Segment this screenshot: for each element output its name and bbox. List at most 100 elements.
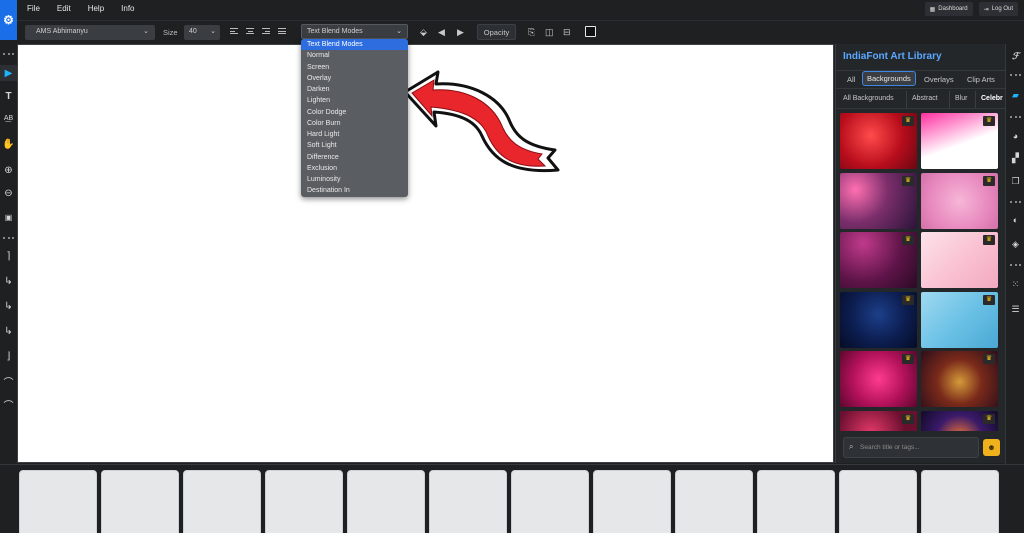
arrow-right-icon[interactable]: ▶ [457, 27, 464, 38]
blend-mode-option[interactable]: Color Burn [301, 118, 408, 129]
text-path-tool-4-icon[interactable]: ↳ [0, 323, 17, 339]
background-thumbnail[interactable]: ♛ [921, 113, 998, 169]
background-thumbnail[interactable]: ♛ [840, 351, 917, 407]
blend-mode-option[interactable]: Text Blend Modes [301, 39, 408, 51]
background-thumbnail[interactable]: ♛ [840, 410, 917, 431]
page-thumbnail[interactable] [265, 470, 343, 533]
dashboard-button[interactable]: ▦ Dashboard [924, 2, 973, 16]
opacity-button[interactable]: Opacity [477, 24, 516, 40]
menu-info[interactable]: Info [121, 4, 134, 13]
font-family-select[interactable]: AMS Abhimanyu ⌄ [25, 25, 155, 40]
blend-mode-option[interactable]: Destination In [301, 185, 408, 196]
blend-mode-option[interactable]: Soft Light [301, 140, 408, 151]
layers-copy-icon[interactable]: ❐ [1006, 173, 1024, 189]
blend-mode-option[interactable]: Normal [301, 50, 408, 61]
blend-mode-option[interactable]: Hard Light [301, 129, 408, 140]
tab-clip-arts[interactable]: Clip Arts [967, 75, 995, 84]
page-thumbnail[interactable] [921, 470, 999, 533]
text-path-tool-1-icon[interactable]: ⌉ [0, 248, 17, 264]
page-thumbnail[interactable] [839, 470, 917, 533]
blend-mode-option[interactable]: Difference [301, 152, 408, 163]
background-thumbnail[interactable]: ♛ [921, 232, 998, 288]
text-path-tool-7-icon[interactable]: ⌒ [0, 396, 17, 412]
menu-help[interactable]: Help [88, 4, 104, 13]
page-thumbnail[interactable] [757, 470, 835, 533]
blend-mode-option[interactable]: Screen [301, 62, 408, 73]
background-thumbnail[interactable]: ♛ [840, 113, 917, 169]
menu-file[interactable]: File [27, 4, 40, 13]
align-right-icon[interactable] [262, 28, 270, 36]
library-search-input[interactable]: ⌕ Search title or tags... [843, 437, 979, 458]
text-path-tool-6-icon[interactable]: ⌒ [0, 373, 17, 389]
design-canvas[interactable] [17, 44, 834, 463]
flip-horizontal-icon[interactable]: ◫ [545, 27, 554, 38]
tab-all[interactable]: All [847, 75, 855, 84]
page-thumbnail[interactable] [675, 470, 753, 533]
category-all-backgrounds[interactable]: All Backgrounds [843, 95, 894, 102]
paste-icon[interactable]: ⎘ [528, 27, 535, 38]
flip-vertical-icon[interactable]: ⊟ [563, 27, 571, 38]
background-thumbnail[interactable]: ♛ [840, 172, 917, 229]
background-thumbnail[interactable]: ♛ [921, 410, 998, 431]
text-path-tool-2-icon[interactable]: ↳ [0, 273, 17, 289]
background-thumbnail[interactable]: ♛ [921, 351, 998, 407]
art-library-panel-icon[interactable]: ▰ [1006, 87, 1024, 103]
logout-button[interactable]: ⇥ Log Out [978, 2, 1018, 16]
page-thumbnail[interactable] [429, 470, 507, 533]
blend-mode-option[interactable]: Luminosity [301, 174, 408, 185]
zoom-in-icon[interactable]: ⊕ [0, 162, 17, 178]
page-thumbnail[interactable] [511, 470, 589, 533]
text-color-swatch[interactable] [585, 26, 596, 37]
category-celebration[interactable]: Celebr [981, 95, 1003, 102]
align-stack-icon[interactable]: ☰ [1006, 301, 1024, 317]
background-thumbnail[interactable]: ♛ [921, 172, 998, 229]
text-tool-icon[interactable]: T [0, 88, 17, 104]
select-tool-icon[interactable]: ▶ [0, 65, 17, 81]
tab-backgrounds[interactable]: Backgrounds [862, 71, 916, 86]
background-thumbnail[interactable]: ♛ [840, 291, 917, 348]
fonts-panel-icon[interactable]: ℱ [1006, 48, 1024, 64]
hand-pan-icon[interactable]: ✋ [0, 136, 17, 152]
page-thumbnail[interactable] [183, 470, 261, 533]
blend-mode-option[interactable]: Exclusion [301, 163, 408, 174]
page-thumbnail[interactable] [101, 470, 179, 533]
blend-mode-option[interactable]: Overlay [301, 73, 408, 84]
fill-bucket-icon[interactable]: ⬙ [420, 27, 427, 38]
page-thumbnail[interactable] [19, 470, 97, 533]
text-path-tool-3-icon[interactable]: ↳ [0, 298, 17, 314]
grid-dots-icon[interactable]: ⁙ [1006, 276, 1024, 292]
blend-mode-option[interactable]: Darken [301, 84, 408, 95]
background-thumbnail[interactable]: ♛ [840, 232, 917, 288]
shapes-icon[interactable]: ▞ [1006, 150, 1024, 166]
page-thumbnail[interactable] [593, 470, 671, 533]
premium-crown-icon: ♛ [902, 116, 914, 126]
blend-mode-option[interactable]: Color Dodge [301, 107, 408, 118]
app-logo-icon[interactable]: ⚙ [0, 0, 17, 40]
palette-icon[interactable]: ◕ [1006, 128, 1024, 144]
align-left-icon[interactable] [230, 28, 238, 36]
tab-overlays[interactable]: Overlays [924, 75, 954, 84]
text-blend-mode-select[interactable]: Text Blend Modes ⌄ [301, 24, 408, 39]
contrast-icon[interactable]: ◐ [1006, 212, 1024, 228]
blend-mode-option[interactable]: Lighten [301, 95, 408, 106]
divider [3, 53, 14, 55]
category-abstract[interactable]: Abstract [912, 95, 938, 102]
font-size-select[interactable]: 40 ⌄ [184, 25, 220, 40]
image-tool-icon[interactable]: ▣ [0, 209, 17, 225]
text-path-tool-5-icon[interactable]: ⌋ [0, 348, 17, 364]
page-thumbnail[interactable] [347, 470, 425, 533]
layers-icon[interactable]: ◈ [1006, 236, 1024, 252]
zoom-out-icon[interactable]: ⊖ [0, 185, 17, 201]
library-filter-button[interactable]: ☻ [983, 439, 1000, 456]
arrow-left-icon[interactable]: ◀ [438, 27, 445, 38]
category-blur[interactable]: Blur [955, 95, 967, 102]
grid-icon: ▦ [929, 6, 936, 13]
menu-edit[interactable]: Edit [57, 4, 71, 13]
background-thumbnail[interactable]: ♛ [921, 291, 998, 348]
align-justify-icon[interactable] [278, 28, 286, 36]
divider [1010, 74, 1021, 76]
align-center-icon[interactable] [246, 28, 254, 36]
font-family-value: AMS Abhimanyu [36, 28, 88, 35]
font-style-tool-icon[interactable]: A͟B [0, 110, 17, 126]
divider [975, 91, 976, 108]
